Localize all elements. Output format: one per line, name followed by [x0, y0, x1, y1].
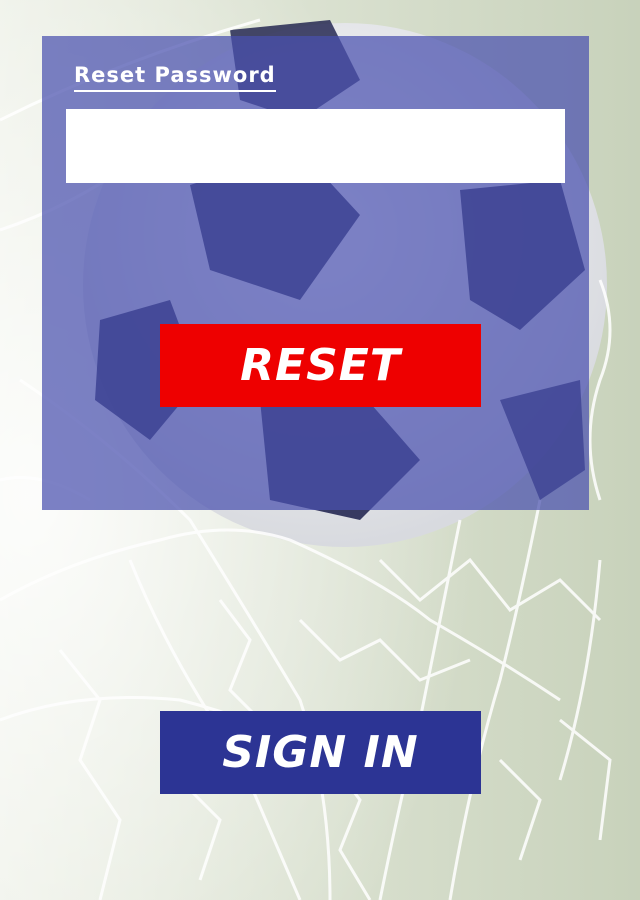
sign-in-button[interactable]: SIGN IN: [160, 711, 481, 794]
reset-password-panel: [42, 36, 589, 510]
reset-password-input[interactable]: [66, 109, 565, 183]
reset-button[interactable]: RESET: [160, 324, 481, 407]
reset-button-label: RESET: [240, 340, 401, 391]
sign-in-button-label: SIGN IN: [222, 727, 419, 778]
reset-password-title: Reset Password: [74, 62, 276, 92]
